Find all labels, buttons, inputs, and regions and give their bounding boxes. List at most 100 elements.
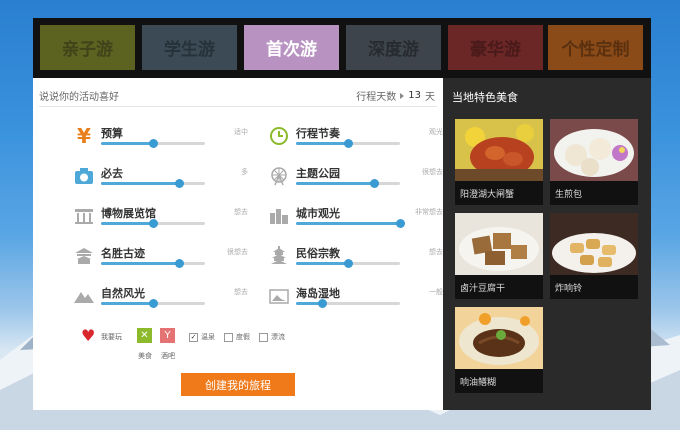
create-trip-button[interactable]: 创建我的旅程 [181, 373, 295, 396]
slider[interactable] [101, 139, 205, 148]
heart-icon: ♥ [81, 326, 96, 345]
checkbox-label: 温泉 [201, 333, 215, 341]
slider[interactable] [296, 219, 405, 228]
pref-value: 很想去 [422, 168, 443, 176]
slider[interactable] [296, 299, 400, 308]
tab-student[interactable]: 学生游 [142, 25, 237, 70]
pref-label: 海岛湿地 [296, 287, 340, 300]
eel-dish-image [455, 307, 543, 369]
food-option-label: 美食 [138, 352, 152, 360]
tab-family[interactable]: 亲子游 [40, 25, 135, 70]
tab-luxury[interactable]: 豪华游 [448, 25, 543, 70]
slider-handle[interactable] [370, 179, 379, 188]
slider-handle[interactable] [175, 259, 184, 268]
slider[interactable] [296, 179, 400, 188]
checkbox-label: 漂流 [271, 333, 285, 341]
checkbox[interactable]: ✓ [189, 332, 198, 342]
pref-city-sightseeing: 城市观光 非常想去 [268, 205, 448, 235]
clock-icon [268, 125, 290, 147]
slider-fill [101, 222, 153, 225]
slider[interactable] [101, 179, 205, 188]
hairy-crab-image [455, 119, 543, 181]
trip-days-value: 13 [408, 90, 421, 101]
bar-option[interactable]: Y 酒吧 [160, 328, 176, 362]
activity-prompt: 说说你的活动喜好 [39, 92, 119, 103]
rafting-checkbox[interactable]: 漂流 [259, 332, 285, 342]
pref-natural-scenery: 自然风光 想去 [73, 285, 253, 315]
camera-icon [73, 165, 95, 187]
want-to-play-label: 我要玩 [101, 333, 122, 341]
slider[interactable] [101, 219, 205, 228]
trip-planner-panel: 亲子游 学生游 首次游 深度游 豪华游 个性定制 说说你的活动喜好 行程天数 1… [33, 18, 651, 410]
mountain-icon [73, 285, 95, 307]
pref-museum: 博物展览馆 想去 [73, 205, 253, 235]
pref-label: 博物展览馆 [101, 207, 156, 220]
pref-value: 很想去 [227, 248, 248, 256]
trip-days[interactable]: 行程天数 13 天 [356, 88, 435, 103]
slider[interactable] [296, 139, 400, 148]
food-card[interactable]: 响油鳝糊 [455, 307, 543, 393]
slider-handle[interactable] [149, 219, 158, 228]
slider-fill [101, 142, 153, 145]
preferences-area: 说说你的活动喜好 行程天数 13 天 ¥ 预算 适中 行程节奏 观光 必去 多 [33, 78, 443, 410]
slider-handle[interactable] [396, 219, 405, 228]
slider-handle[interactable] [344, 259, 353, 268]
city-icon [268, 205, 290, 227]
slider[interactable] [296, 259, 400, 268]
pref-must-see: 必去 多 [73, 165, 253, 195]
pref-pace: 行程节奏 观光 [268, 125, 448, 155]
pref-folk-religion: 民俗宗教 想去 [268, 245, 448, 275]
slider-handle[interactable] [149, 139, 158, 148]
slider-fill [296, 182, 374, 185]
food-card[interactable]: 卤汁豆腐干 [455, 213, 543, 299]
food-option[interactable]: ✕ 美食 [137, 328, 153, 362]
fried-bell-roll-image [550, 213, 638, 275]
slider-fill [101, 302, 153, 305]
checkbox[interactable] [224, 332, 233, 342]
food-card[interactable]: 阳澄湖大闸蟹 [455, 119, 543, 205]
slider-handle[interactable] [175, 179, 184, 188]
trip-type-tabs: 亲子游 学生游 首次游 深度游 豪华游 个性定制 [33, 18, 651, 78]
slider-handle[interactable] [149, 299, 158, 308]
ferris-wheel-icon [268, 165, 290, 187]
pref-label: 主题公园 [296, 167, 340, 180]
pref-label: 预算 [101, 127, 123, 140]
slider-handle[interactable] [344, 139, 353, 148]
bar-option-label: 酒吧 [161, 352, 175, 360]
pref-label: 名胜古迹 [101, 247, 145, 260]
pref-value: 想去 [234, 288, 248, 296]
pref-value: 多 [241, 168, 248, 176]
fried-bun-image [550, 119, 638, 181]
divider [39, 106, 437, 107]
food-label: 生煎包 [550, 181, 638, 205]
trip-days-label: 行程天数 [356, 92, 397, 103]
slider[interactable] [101, 299, 205, 308]
pref-value: 想去 [429, 248, 443, 256]
pref-value: 观光 [429, 128, 443, 136]
food-label: 卤汁豆腐干 [455, 275, 543, 299]
pagoda-icon [268, 245, 290, 267]
slider[interactable] [101, 259, 205, 268]
pref-value: 适中 [234, 128, 248, 136]
hot-spring-checkbox[interactable]: ✓ 温泉 [189, 332, 215, 342]
tab-first-time[interactable]: 首次游 [244, 25, 339, 70]
cutlery-icon: ✕ [137, 328, 152, 343]
checkbox[interactable] [259, 332, 268, 342]
slider-fill [101, 262, 179, 265]
pref-theme-park: 主题公园 很想去 [268, 165, 448, 195]
pref-label: 民俗宗教 [296, 247, 340, 260]
cocktail-icon: Y [160, 328, 175, 343]
food-card[interactable]: 炸响铃 [550, 213, 638, 299]
pref-label: 必去 [101, 167, 123, 180]
food-label: 炸响铃 [550, 275, 638, 299]
local-food-sidebar: 当地特色美食 阳澄湖大闸蟹 生煎包 卤汁豆腐干 炸响铃 响油鳝糊 [443, 78, 651, 410]
food-card[interactable]: 生煎包 [550, 119, 638, 205]
tab-in-depth[interactable]: 深度游 [346, 25, 441, 70]
resort-checkbox[interactable]: 度假 [224, 332, 250, 342]
tab-custom[interactable]: 个性定制 [548, 25, 643, 70]
slider-fill [296, 222, 400, 225]
slider-fill [296, 142, 348, 145]
sidebar-title: 当地特色美食 [452, 91, 518, 104]
slider-handle[interactable] [318, 299, 327, 308]
food-label: 阳澄湖大闸蟹 [455, 181, 543, 205]
